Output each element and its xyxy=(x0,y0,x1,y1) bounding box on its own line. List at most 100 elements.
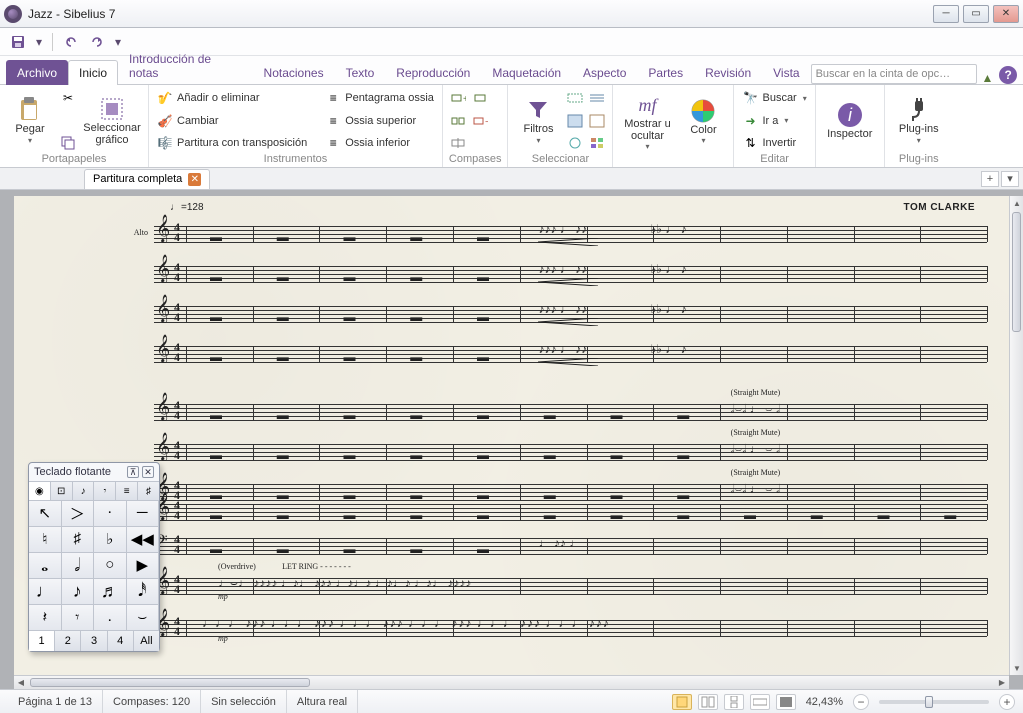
goto-button[interactable]: ➜Ir a▾ xyxy=(740,112,808,130)
staff[interactable]: Trombone𝄢44▬▬▬▬▬♩ ♪♪ ♩ xyxy=(154,530,987,564)
staff[interactable]: Electric Guitar𝄞44(Overdrive)LET RING - … xyxy=(154,570,987,604)
staff[interactable]: Electric Stage Piano𝄞44mp♩♩♩ ♪♪♪ ♩♩♩ ♪♪♪… xyxy=(154,612,987,646)
view-fullscreen-icon[interactable] xyxy=(776,694,796,710)
vertical-scrollbar[interactable]: ▲ ▼ xyxy=(1009,196,1023,675)
zoom-slider-thumb[interactable] xyxy=(925,696,933,708)
zoom-percentage[interactable]: 42,43% xyxy=(806,696,843,708)
status-bars[interactable]: Compases: 120 xyxy=(103,690,201,713)
keypad-rest1[interactable]: 𝄽 xyxy=(29,605,62,631)
ribbon-tab-partes[interactable]: Partes xyxy=(637,60,694,85)
copy-button[interactable] xyxy=(58,134,78,152)
view-vertical-icon[interactable] xyxy=(724,694,744,710)
select-more-icon[interactable] xyxy=(588,134,606,152)
add-bar-end-icon[interactable]: + xyxy=(449,89,467,107)
keypad-whole[interactable]: 𝅝 xyxy=(29,553,62,579)
save-dropdown-icon[interactable]: ▾ xyxy=(34,32,44,52)
keypad-tab-4[interactable]: 𝄾 xyxy=(94,482,116,500)
keypad-doublesharp[interactable]: ◀◀ xyxy=(127,527,160,553)
split-bar-icon[interactable] xyxy=(449,134,467,152)
keypad-layout-3[interactable]: 3 xyxy=(81,631,107,651)
staff[interactable]: 𝄞44▬▬▬▬▬▬▬▬(Straight Mute)𝅗𝅥⌣𝅗𝅥 ♩ ⌣ 𝅗𝅥 xyxy=(154,436,987,470)
add-bar-single-icon[interactable] xyxy=(471,89,489,107)
window-close-button[interactable]: ✕ xyxy=(993,5,1019,23)
keypad-whole2[interactable]: ○ xyxy=(94,553,127,579)
staff[interactable]: 𝄞44▬▬▬▬▬♪♪♪ ♩ ♪♪♭♭ ♩ ♪ xyxy=(154,258,987,292)
zoom-out-button[interactable]: − xyxy=(853,694,869,710)
ribbon-tab-notaciones[interactable]: Notaciones xyxy=(253,60,335,85)
view-single-page-icon[interactable] xyxy=(672,694,692,710)
ossia-above-button[interactable]: ≡Ossia superior xyxy=(323,112,436,130)
staff[interactable]: 𝄞44▬▬▬▬▬♪♪♪ ♩ ♪♪♭♭ ♩ ♪ xyxy=(154,298,987,332)
scroll-left-icon[interactable]: ◀ xyxy=(14,676,28,690)
delete-bar-icon[interactable]: − xyxy=(471,112,489,130)
keypad-eighth[interactable]: ♪ xyxy=(62,579,95,605)
ribbon-search-input[interactable]: Buscar en la cinta de opc… xyxy=(811,64,978,84)
staff[interactable]: Alto𝄞44▬▬▬▬▬♪♪♪ ♩ ♪♪♭♭ ♩ ♪ xyxy=(154,218,987,252)
add-bars-multi-icon[interactable] xyxy=(449,112,467,130)
keypad-tab-6[interactable]: ♯ xyxy=(138,482,159,500)
select-graphic-button[interactable]: Seleccionar gráfico xyxy=(82,89,142,152)
flip-button[interactable]: ⇅Invertir xyxy=(740,134,808,152)
new-tab-button[interactable]: + xyxy=(981,171,999,187)
select-bars-icon[interactable] xyxy=(566,89,584,107)
keypad-thirtysecond[interactable]: 𝅘𝅥𝅰 xyxy=(127,579,160,605)
ribbon-tab-reproduccion[interactable]: Reproducción xyxy=(385,60,481,85)
cut-button[interactable]: ✂ xyxy=(58,89,78,107)
keypad-tie[interactable]: ⌣ xyxy=(127,605,160,631)
ribbon-tab-intro-notas[interactable]: Introducción de notas xyxy=(118,46,253,85)
ribbon-tab-maquetacion[interactable]: Maquetación xyxy=(481,60,572,85)
zoom-in-button[interactable]: + xyxy=(999,694,1015,710)
keypad-close-icon[interactable]: ✕ xyxy=(142,466,154,478)
horizontal-scrollbar[interactable]: ◀ ▶ xyxy=(14,675,1009,689)
ribbon-tab-revision[interactable]: Revisión xyxy=(694,60,762,85)
document-tab[interactable]: Partitura completa ✕ xyxy=(84,169,210,189)
keypad-tab-2[interactable]: ⊡ xyxy=(51,482,73,500)
keypad-layout-2[interactable]: 2 xyxy=(55,631,81,651)
scroll-thumb[interactable] xyxy=(30,678,310,687)
keypad-staccato[interactable]: · xyxy=(94,501,127,527)
change-instrument-button[interactable]: 🎻Cambiar xyxy=(155,112,309,130)
status-page[interactable]: Página 1 de 13 xyxy=(8,690,103,713)
window-maximize-button[interactable]: ▭ xyxy=(963,5,989,23)
color-button[interactable]: Color ▾ xyxy=(679,89,727,153)
save-icon[interactable] xyxy=(8,32,28,52)
select-none-icon[interactable] xyxy=(588,112,606,130)
scroll-up-icon[interactable]: ▲ xyxy=(1010,196,1023,210)
staff[interactable]: Trumpet 3𝄞44▬▬▬▬▬▬▬▬▬▬▬▬ xyxy=(154,496,987,530)
keypad-accent[interactable]: ＞ xyxy=(62,501,95,527)
keypad-layout-1[interactable]: 1 xyxy=(29,631,55,651)
keypad-layout-all[interactable]: All xyxy=(134,631,159,651)
ribbon-tab-inicio[interactable]: Inicio xyxy=(68,60,118,85)
ossia-staff-button[interactable]: ≡Pentagrama ossia xyxy=(323,89,436,107)
keypad-cursor[interactable]: ↖ xyxy=(29,501,62,527)
staff[interactable]: 𝄞44▬▬▬▬▬♪♪♪ ♩ ♪♪♭♭ ♩ ♪ xyxy=(154,338,987,372)
status-zoom-mode[interactable]: Altura real xyxy=(287,690,358,713)
redo-icon[interactable] xyxy=(87,32,107,52)
keypad-play[interactable]: ▶ xyxy=(127,553,160,579)
score-canvas[interactable]: TOM CLARKE =128 Alto𝄞44▬▬▬▬▬♪♪♪ ♩ ♪♪♭♭ ♩… xyxy=(14,196,1009,675)
staff[interactable]: 𝄞44▬▬▬▬▬▬▬▬(Straight Mute)𝅗𝅥⌣𝅗𝅥 ♩ ⌣ 𝅗𝅥 xyxy=(154,396,987,430)
keypad-natural[interactable]: ♮ xyxy=(29,527,62,553)
find-button[interactable]: 🔭Buscar▾ xyxy=(740,89,808,107)
keypad-sharp[interactable]: ♯ xyxy=(62,527,95,553)
window-minimize-button[interactable]: ─ xyxy=(933,5,959,23)
keypad-tenuto[interactable]: ─ xyxy=(127,501,160,527)
ribbon-collapse-icon[interactable]: ▲ xyxy=(981,72,993,84)
pin-icon[interactable]: ⊼ xyxy=(127,466,139,478)
scroll-down-icon[interactable]: ▼ xyxy=(1010,661,1023,675)
scroll-thumb[interactable] xyxy=(1012,212,1021,332)
ribbon-tab-aspecto[interactable]: Aspecto xyxy=(572,60,637,85)
keypad-sixteenth[interactable]: ♬ xyxy=(94,579,127,605)
transposing-score-toggle[interactable]: 🎼Partitura con transposición xyxy=(155,134,309,152)
view-spread-icon[interactable] xyxy=(698,694,718,710)
ribbon-tab-file[interactable]: Archivo xyxy=(6,60,68,85)
show-hide-button[interactable]: mf Mostrar u ocultar ▾ xyxy=(619,89,675,153)
keypad-quarter[interactable]: ♩ xyxy=(29,579,62,605)
view-panorama-icon[interactable] xyxy=(750,694,770,710)
help-icon[interactable]: ? xyxy=(999,66,1017,84)
plugins-button[interactable]: Plug-ins ▾ xyxy=(891,89,947,152)
scroll-right-icon[interactable]: ▶ xyxy=(995,676,1009,690)
zoom-slider[interactable] xyxy=(879,700,989,704)
ribbon-tab-texto[interactable]: Texto xyxy=(335,60,386,85)
keypad-tab-3[interactable]: ♪ xyxy=(73,482,95,500)
